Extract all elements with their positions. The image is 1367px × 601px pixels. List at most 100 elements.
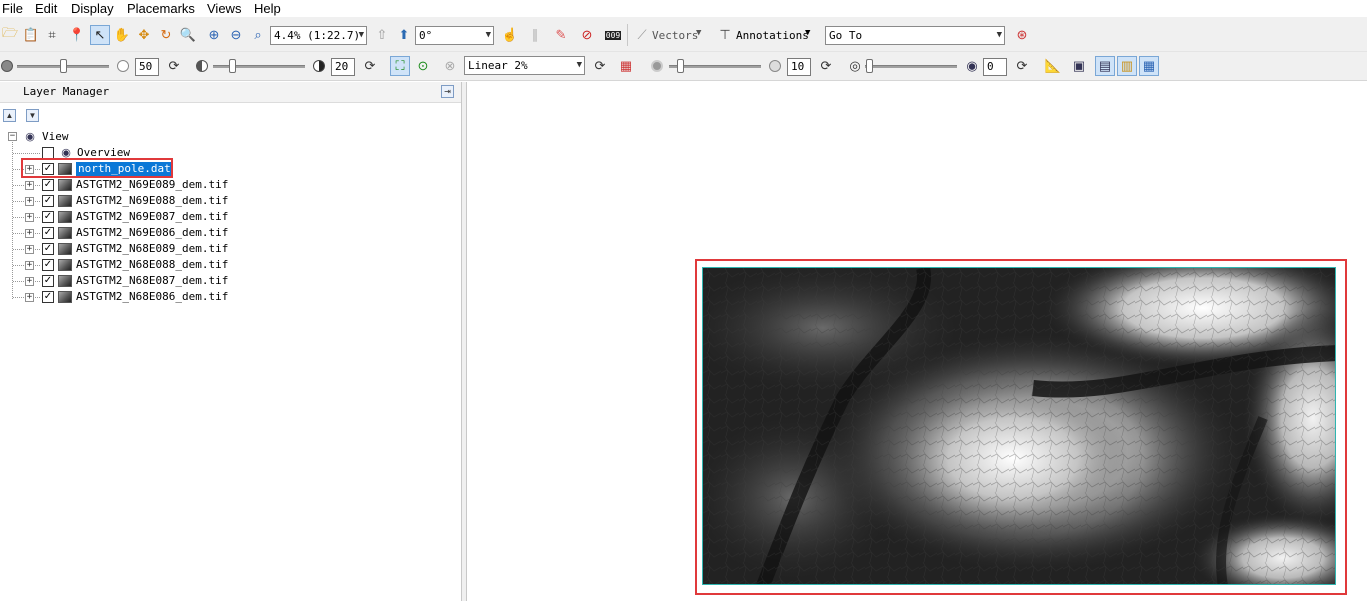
brightness-input[interactable]: 50: [135, 58, 159, 76]
layer-name-label: ASTGTM2_N68E086_dem.tif: [76, 290, 229, 303]
contrast-slider-thumb[interactable]: [229, 59, 236, 73]
collapse-all-icon[interactable]: ▲: [3, 109, 16, 122]
ruler-icon[interactable]: 📐: [1043, 56, 1063, 76]
layer-manager-title: Layer Manager: [23, 85, 110, 98]
chevron-down-icon[interactable]: ▼: [696, 28, 701, 38]
chevron-down-icon[interactable]: ▼: [805, 28, 810, 38]
menu-display[interactable]: Display: [71, 1, 114, 16]
vectors-icon[interactable]: ⟋: [632, 25, 652, 45]
vectors-menu[interactable]: Vectors: [652, 29, 698, 42]
rotation-select[interactable]: 0° ▼: [415, 26, 494, 45]
cursor-value-icon[interactable]: ✎: [551, 25, 571, 45]
move-arrows-icon[interactable]: ✥: [134, 25, 154, 45]
select-cursor-icon[interactable]: ↖: [90, 25, 110, 45]
raster-layer-icon: [58, 259, 72, 271]
chevron-down-icon: ▼: [485, 30, 491, 40]
layer-row[interactable]: + ✓ ASTGTM2_N69E087_dem.tif: [0, 209, 461, 225]
expand-toggle[interactable]: +: [25, 277, 34, 286]
menu-edit[interactable]: Edit: [35, 1, 57, 16]
layer-visibility-checkbox[interactable]: ✓: [42, 179, 54, 191]
layer-row[interactable]: + ✓ ASTGTM2_N68E086_dem.tif: [0, 289, 461, 305]
layer-visibility-checkbox[interactable]: ✓: [42, 227, 54, 239]
contrast-input[interactable]: 20: [331, 58, 355, 76]
rotation-value: 0°: [419, 29, 433, 42]
tree-line: [13, 153, 40, 154]
stretch-full-icon[interactable]: ⊙: [413, 56, 433, 76]
menu-placemarks[interactable]: Placemarks: [127, 1, 195, 16]
search-globe-icon[interactable]: ⊛: [1012, 25, 1032, 45]
contrast-slider-track[interactable]: [213, 65, 305, 68]
roi-icon[interactable]: ⊘: [577, 25, 597, 45]
rotate-up-icon[interactable]: ⇧: [372, 25, 392, 45]
view-grid-icon[interactable]: ▦: [1139, 56, 1159, 76]
layer-visibility-checkbox[interactable]: ✓: [42, 243, 54, 255]
image-properties-icon[interactable]: ▣: [1069, 56, 1089, 76]
expand-toggle[interactable]: +: [25, 181, 34, 190]
layer-row[interactable]: + ✓ ASTGTM2_N69E088_dem.tif: [0, 193, 461, 209]
collapse-toggle[interactable]: −: [8, 132, 17, 141]
layer-visibility-checkbox[interactable]: ✓: [42, 275, 54, 287]
expand-toggle[interactable]: +: [25, 213, 34, 222]
sharpen-slider-thumb[interactable]: [677, 59, 684, 73]
view-overlay-icon[interactable]: ▥: [1117, 56, 1137, 76]
stretch-disabled-icon[interactable]: ⊗: [440, 56, 460, 76]
reset-sharpen-icon[interactable]: ⟳: [816, 56, 836, 76]
zoom-in-icon[interactable]: ⊕: [204, 25, 224, 45]
pin-icon[interactable]: 📍: [67, 25, 87, 45]
zoom-level-select[interactable]: 4.4% (1:22.7) ▼: [270, 26, 367, 45]
annotations-menu[interactable]: Annotations: [736, 29, 809, 42]
zoom-icon[interactable]: 🔍: [178, 25, 198, 45]
panel-dock-icon[interactable]: ⇥: [441, 85, 454, 98]
transparency-slider-track[interactable]: [865, 65, 957, 68]
layer-name-label: ASTGTM2_N68E088_dem.tif: [76, 258, 229, 271]
stretch-view-icon[interactable]: ⛶: [390, 56, 410, 76]
stretch-type-select[interactable]: Linear 2% ▼: [464, 56, 585, 75]
annotation-icon[interactable]: ⊤: [715, 25, 735, 45]
north-up-icon[interactable]: ⬆: [394, 25, 414, 45]
brightness-slider-thumb[interactable]: [60, 59, 67, 73]
expand-toggle[interactable]: +: [25, 229, 34, 238]
layer-row[interactable]: + ✓ ASTGTM2_N69E086_dem.tif: [0, 225, 461, 241]
raster-layer-icon: [58, 291, 72, 303]
sharpen-input[interactable]: 10: [787, 58, 811, 76]
layer-visibility-checkbox[interactable]: ✓: [42, 259, 54, 271]
layer-visibility-checkbox[interactable]: ✓: [42, 211, 54, 223]
zoom-fit-icon[interactable]: ⌕: [248, 25, 268, 45]
color-table-icon[interactable]: ▦: [616, 56, 636, 76]
fly-hand-icon[interactable]: ☝: [500, 25, 520, 45]
reset-transparency-icon[interactable]: ⟳: [1012, 56, 1032, 76]
layer-row[interactable]: + ✓ ASTGTM2_N68E089_dem.tif: [0, 241, 461, 257]
reset-stretch-icon[interactable]: ⟳: [590, 56, 610, 76]
crop-icon[interactable]: ⌗: [42, 25, 62, 45]
menu-file[interactable]: File: [2, 1, 23, 16]
dem-image-display[interactable]: [702, 267, 1336, 585]
open-folder-icon[interactable]: 🗁: [0, 25, 20, 45]
expand-toggle[interactable]: +: [25, 245, 34, 254]
clipboard-icon[interactable]: 📋: [21, 25, 41, 45]
rotate-icon[interactable]: ↻: [156, 25, 176, 45]
goto-value: Go To: [829, 29, 863, 42]
transparency-slider-thumb[interactable]: [866, 59, 873, 73]
swipe-icon[interactable]: ∥: [525, 25, 545, 45]
expand-toggle[interactable]: +: [25, 293, 34, 302]
menu-views[interactable]: Views: [207, 1, 241, 16]
reset-brightness-icon[interactable]: ⟳: [164, 56, 184, 76]
reset-contrast-icon[interactable]: ⟳: [360, 56, 380, 76]
expand-all-icon[interactable]: ▼: [26, 109, 39, 122]
transparency-input[interactable]: 0: [983, 58, 1007, 76]
menu-help[interactable]: Help: [254, 1, 281, 16]
layer-visibility-checkbox[interactable]: ✓: [42, 195, 54, 207]
layer-visibility-checkbox[interactable]: ✓: [42, 291, 54, 303]
goto-select[interactable]: Go To ▼: [825, 26, 1005, 45]
layer-row[interactable]: + ✓ ASTGTM2_N69E089_dem.tif: [0, 177, 461, 193]
pixel-locator-icon[interactable]: 009: [603, 25, 623, 45]
panel-splitter[interactable]: [461, 82, 467, 601]
pan-hand-icon[interactable]: ✋: [112, 25, 132, 45]
layer-row[interactable]: + ✓ ASTGTM2_N68E087_dem.tif: [0, 273, 461, 289]
layer-name-label: ASTGTM2_N68E089_dem.tif: [76, 242, 229, 255]
zoom-out-icon[interactable]: ⊖: [226, 25, 246, 45]
expand-toggle[interactable]: +: [25, 197, 34, 206]
view-single-icon[interactable]: ▤: [1095, 56, 1115, 76]
expand-toggle[interactable]: +: [25, 261, 34, 270]
layer-row[interactable]: + ✓ ASTGTM2_N68E088_dem.tif: [0, 257, 461, 273]
